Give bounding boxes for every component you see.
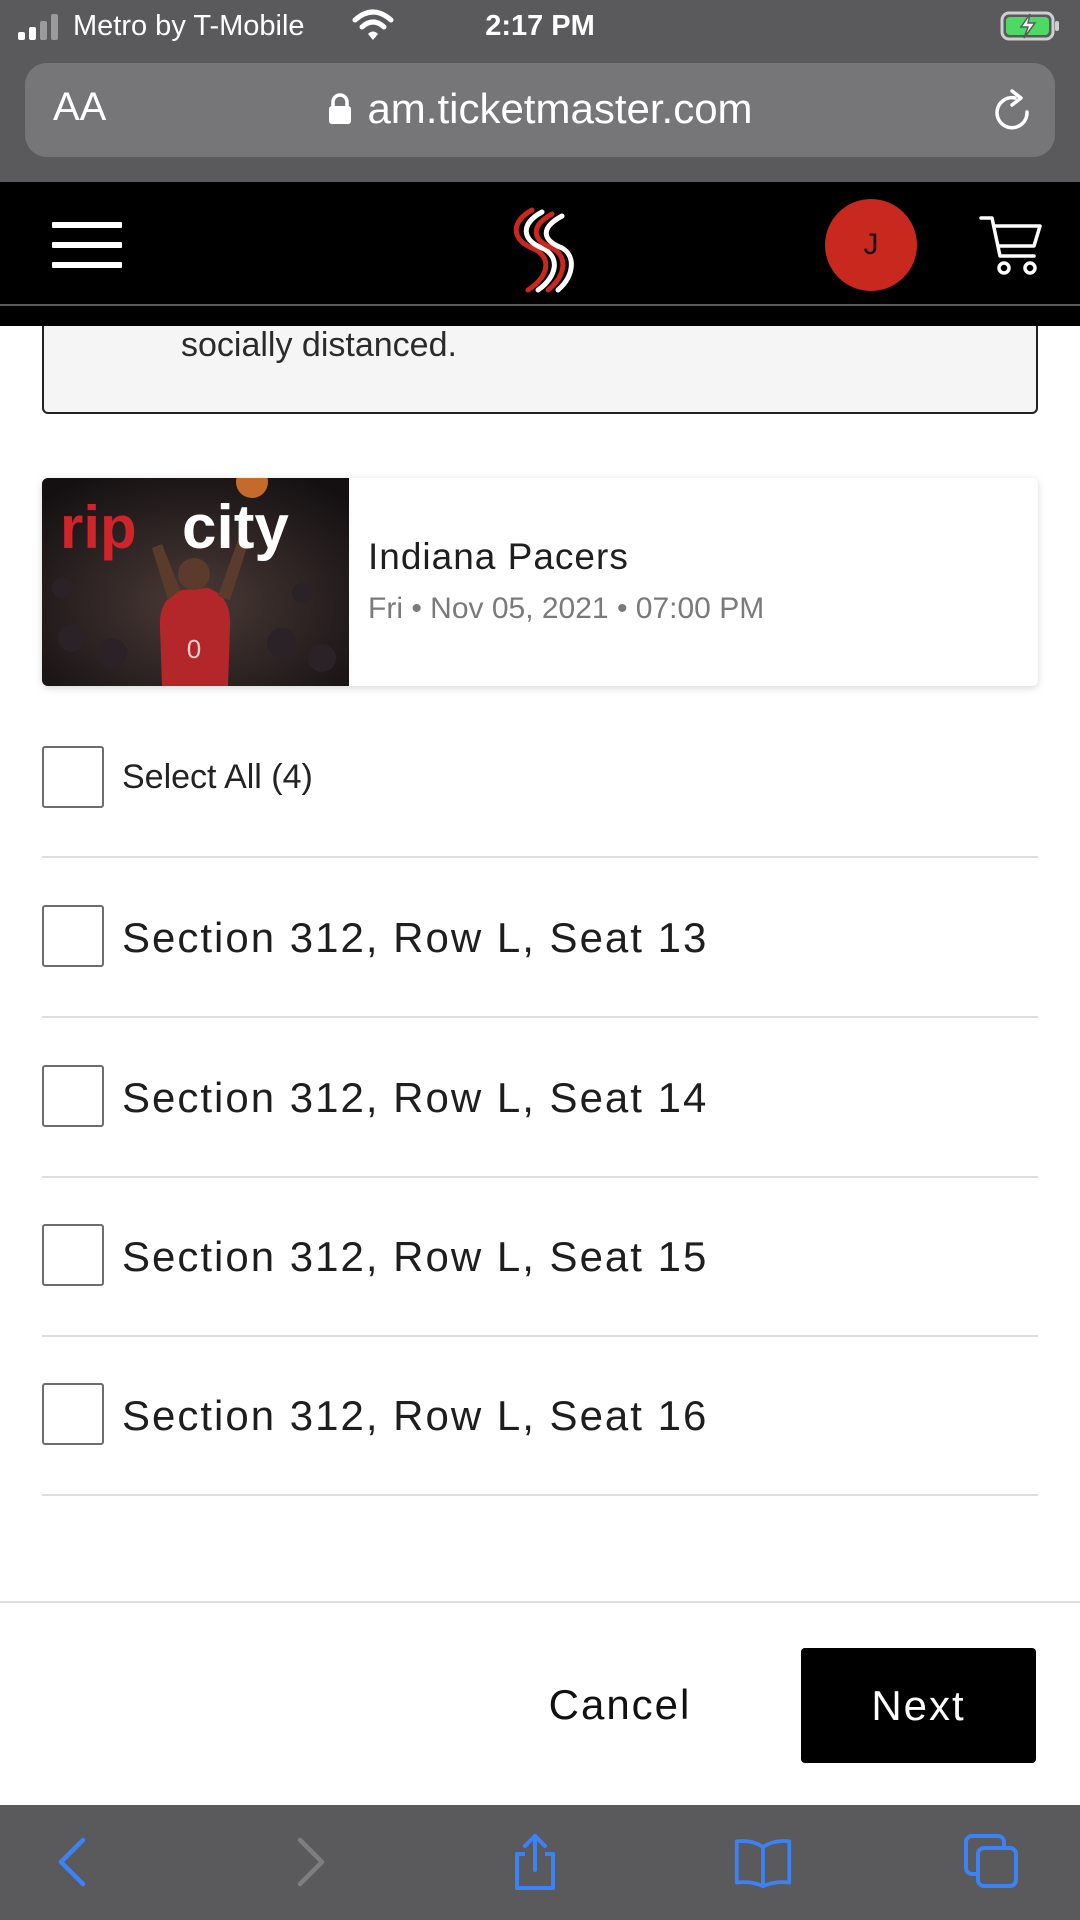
select-all-row[interactable]: Select All (4) [42,746,1038,858]
seat-label: Section 312, Row L, Seat 16 [122,1392,709,1439]
lock-icon [329,93,352,124]
cart-icon[interactable] [978,212,1044,278]
status-time: 2:17 PM [485,10,595,42]
svg-text:city: city [182,493,289,562]
seat-label: Section 312, Row L, Seat 13 [122,914,709,961]
seat-checkbox[interactable] [42,905,104,967]
seat-label: Section 312, Row L, Seat 14 [122,1074,709,1121]
event-image: 0 rip city [42,478,349,686]
seat-checkbox[interactable] [42,1224,104,1286]
select-all-checkbox[interactable] [42,746,104,808]
seat-checkbox[interactable] [42,1065,104,1127]
notice-text: socially distanced. [181,326,457,364]
footer-divider [0,1601,1080,1603]
status-bar: Metro by T-Mobile 2:17 PM [0,0,1080,52]
seat-row[interactable]: Section 312, Row L, Seat 13 [42,858,1038,1018]
select-all-label: Select All (4) [122,758,313,796]
site-header: J [0,182,1080,326]
next-button[interactable]: Next [801,1648,1036,1763]
reload-icon[interactable] [991,85,1035,133]
event-card: 0 rip city Indiana Pacers Fri • Nov 05, … [42,478,1038,686]
seat-row[interactable]: Section 312, Row L, Seat 14 [42,1018,1038,1178]
url-text: am.ticketmaster.com [367,85,753,132]
svg-text:0: 0 [187,634,201,664]
seat-row[interactable]: Section 312, Row L, Seat 15 [42,1177,1038,1337]
svg-text:rip: rip [60,494,137,561]
battery-charging-icon [1000,11,1059,41]
event-opponent: Indiana Pacers [368,536,629,577]
trail-blazers-logo[interactable] [502,206,578,294]
forward-icon[interactable] [278,1832,338,1892]
bookmarks-icon[interactable] [733,1832,793,1892]
address-bar[interactable]: AA am.ticketmaster.com [25,63,1055,157]
seat-label: Section 312, Row L, Seat 15 [122,1233,709,1280]
notice-box: socially distanced. [42,326,1038,414]
share-icon[interactable] [505,1832,565,1892]
seat-row[interactable]: Section 312, Row L, Seat 16 [42,1336,1038,1496]
seat-checkbox[interactable] [42,1383,104,1445]
header-divider [0,304,1080,306]
cancel-button[interactable]: Cancel [520,1648,720,1762]
browser-address-area: AA am.ticketmaster.com [0,52,1080,182]
back-icon[interactable] [45,1832,105,1892]
avatar[interactable]: J [825,199,917,291]
browser-toolbar [0,1805,1080,1920]
url-display[interactable]: am.ticketmaster.com [25,85,1055,133]
event-date: Fri • Nov 05, 2021 • 07:00 PM [368,592,765,625]
hamburger-menu-icon[interactable] [52,222,122,268]
tabs-icon[interactable] [962,1832,1022,1892]
